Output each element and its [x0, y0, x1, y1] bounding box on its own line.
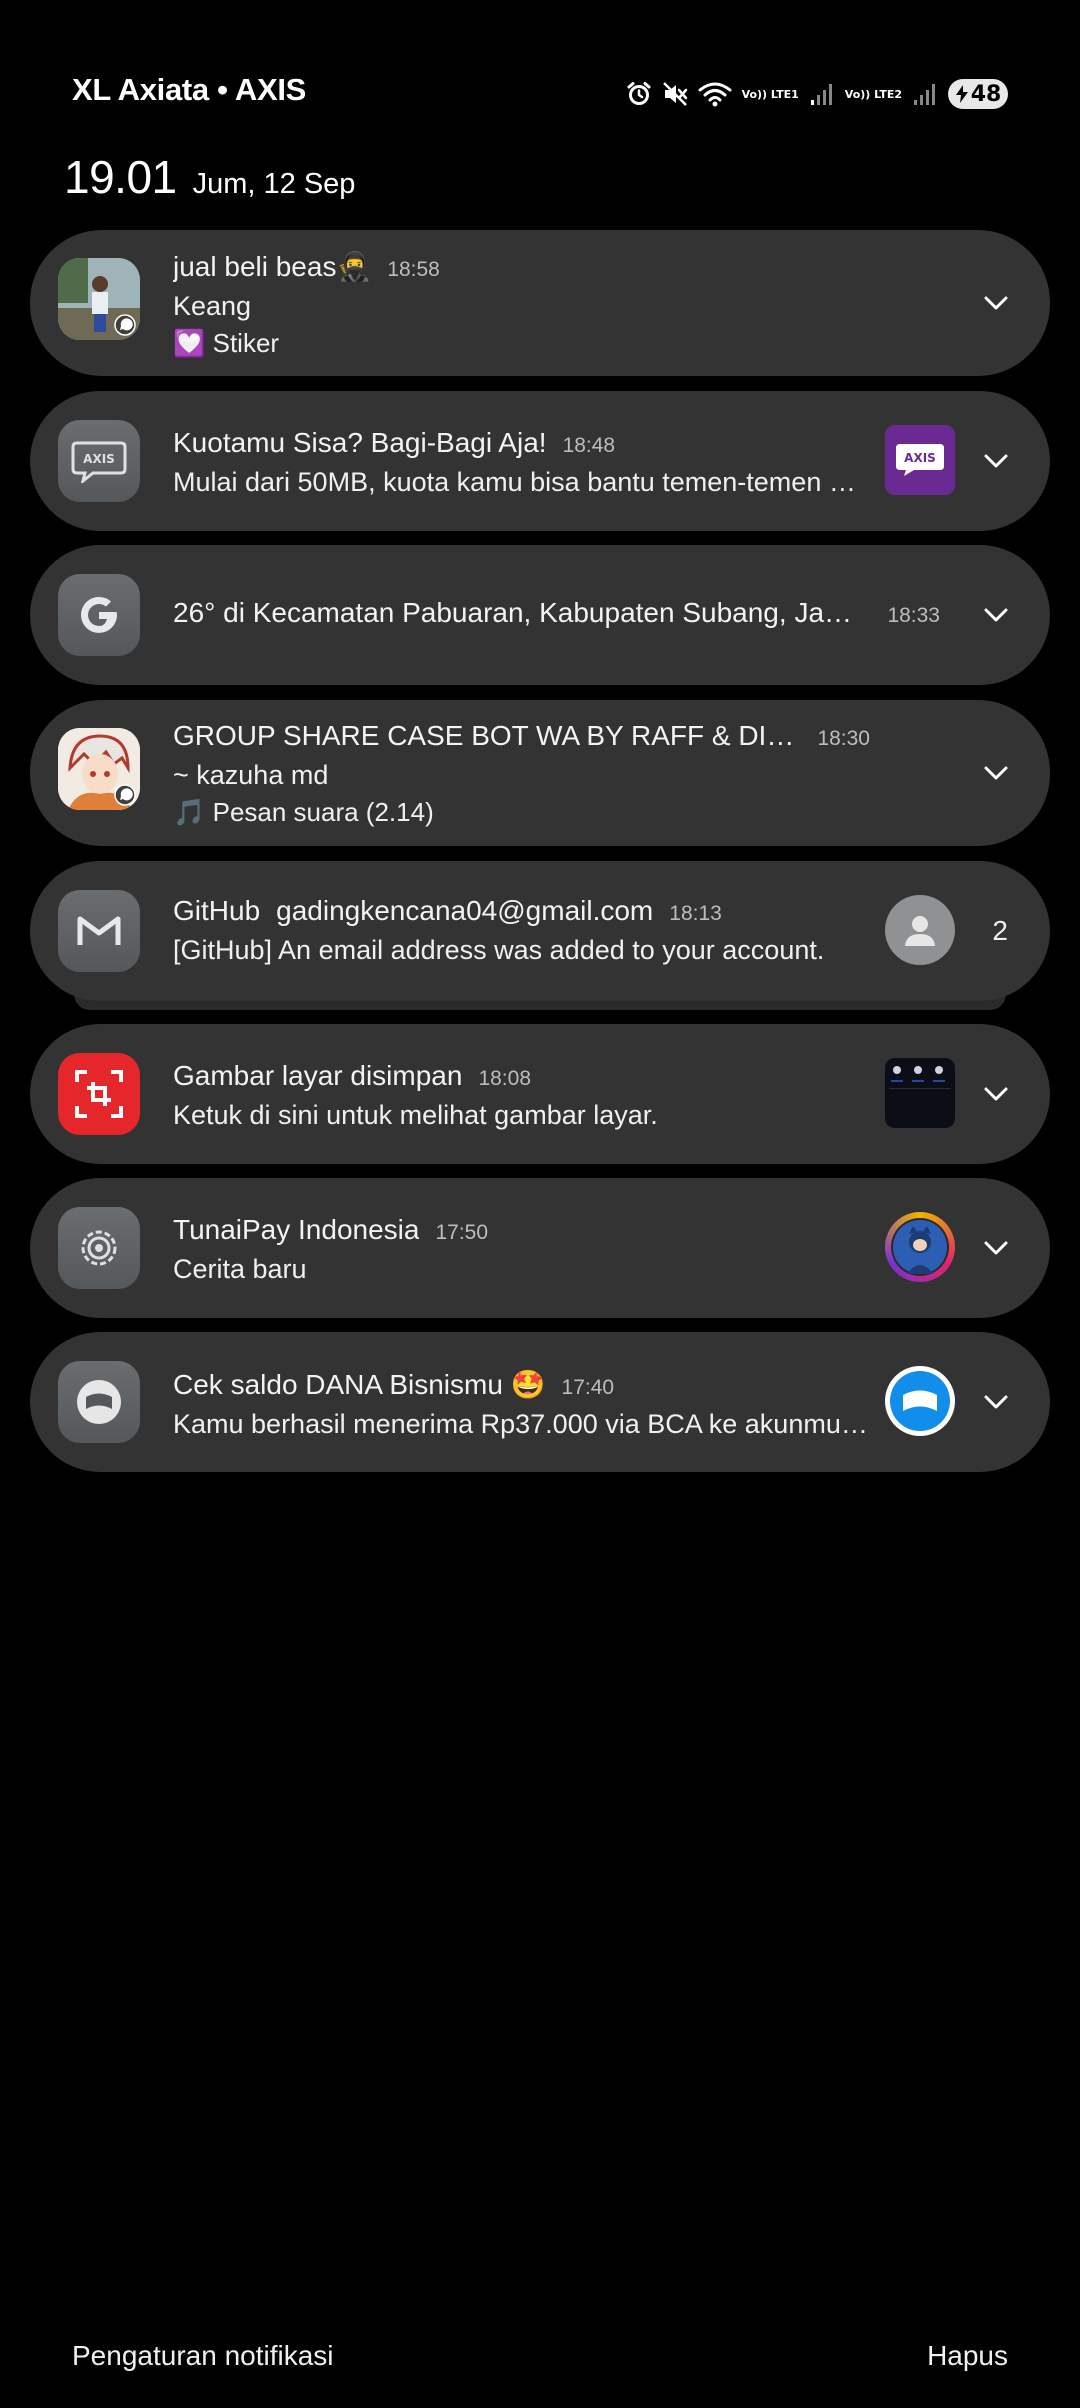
notification-content: GitHub gadingkencana04@gmail.com 18:13 […: [173, 895, 870, 966]
chevron-down-icon[interactable]: [978, 1384, 1014, 1420]
notification-title: 26° di Kecamatan Pabuaran, Kabupaten Sub…: [173, 597, 872, 628]
avatar: [58, 728, 140, 810]
notification-message: Kamu berhasil menerima Rp37.000 via BCA …: [173, 1409, 870, 1439]
notification-title: TunaiPay Indonesia: [173, 1214, 420, 1245]
notification-sender: ~ kazuha md: [173, 760, 329, 790]
alarm-icon: [626, 81, 652, 107]
notification-content: GROUP SHARE CASE BOT WA BY RAFF & DIKZ 1…: [173, 720, 870, 828]
dana-app-icon: [58, 1361, 140, 1443]
status-icons: Vo)) LTE1 Vo)) LTE2 48: [626, 74, 1008, 114]
chevron-down-icon[interactable]: [978, 755, 1014, 791]
notification-axis[interactable]: AXIS Kuotamu Sisa? Bagi-Bagi Aja! 18:48 …: [30, 391, 1050, 531]
notification-title: GitHub: [173, 895, 261, 926]
notification-sender: Keang: [173, 291, 252, 321]
notification-content: jual beli beas🥷 18:58 Keang 💟 Stiker: [173, 250, 870, 359]
clock-row: 19.01 Jum, 12 Sep: [64, 150, 355, 204]
notification-message: 🎵 Pesan suara (2.14): [173, 797, 434, 827]
signal-icon: [809, 81, 835, 107]
notification-message: 💟 Stiker: [173, 328, 280, 358]
chevron-down-icon[interactable]: [978, 1230, 1014, 1266]
notification-title: GROUP SHARE CASE BOT WA BY RAFF & DIKZ: [173, 720, 802, 751]
notification-count[interactable]: 2: [992, 915, 1008, 947]
notification-title: Kuotamu Sisa? Bagi-Bagi Aja!: [173, 427, 547, 458]
notification-time: 18:13: [669, 902, 722, 925]
notification-whatsapp-bot[interactable]: GROUP SHARE CASE BOT WA BY RAFF & DIKZ 1…: [30, 700, 1050, 846]
notification-dana[interactable]: Cek saldo DANA Bisnismu 🤩 17:40 Kamu ber…: [30, 1332, 1050, 1472]
date[interactable]: Jum, 12 Sep: [193, 168, 356, 201]
signal-icon: [912, 81, 938, 107]
status-bar: XL Axiata • AXIS Vo)) LTE1 Vo)) LTE2 48: [0, 0, 1080, 140]
svg-text:AXIS: AXIS: [83, 452, 115, 466]
notification-content: 26° di Kecamatan Pabuaran, Kabupaten Sub…: [173, 597, 940, 629]
google-icon: [58, 574, 140, 656]
notification-time: 18:30: [817, 727, 870, 750]
axis-logo-thumbnail: AXIS: [885, 425, 955, 495]
notification-time: 18:33: [887, 604, 940, 627]
notification-content: Cek saldo DANA Bisnismu 🤩 17:40 Kamu ber…: [173, 1368, 870, 1440]
carrier-name: XL Axiata • AXIS: [72, 72, 307, 107]
notification-content: Gambar layar disimpan 18:08 Ketuk di sin…: [173, 1060, 870, 1131]
chevron-down-icon[interactable]: [978, 597, 1014, 633]
chevron-down-icon[interactable]: [978, 443, 1014, 479]
notification-time: 17:50: [435, 1221, 489, 1244]
notification-message: Ketuk di sini untuk melihat gambar layar…: [173, 1100, 658, 1130]
avatar: [58, 258, 140, 340]
notification-time: 18:58: [387, 258, 440, 281]
mute-icon: [662, 81, 688, 107]
notification-title: Gambar layar disimpan: [173, 1060, 463, 1091]
notification-settings-link[interactable]: Pengaturan notifikasi: [72, 2340, 334, 2372]
notification-message: Cerita baru: [173, 1254, 307, 1284]
sim2-label: Vo)) LTE2: [844, 87, 902, 101]
screenshot-app-icon: [58, 1053, 140, 1135]
battery-level: 48: [970, 81, 1002, 107]
notification-title: Cek saldo DANA Bisnismu 🤩: [173, 1369, 546, 1400]
notification-title: jual beli beas🥷: [173, 251, 372, 282]
chevron-down-icon[interactable]: [978, 285, 1014, 321]
notification-google-weather[interactable]: 26° di Kecamatan Pabuaran, Kabupaten Sub…: [30, 545, 1050, 685]
clear-all-button[interactable]: Hapus: [927, 2340, 1008, 2372]
battery-icon: 48: [948, 79, 1008, 109]
contact-avatar: [885, 895, 955, 965]
notification-screenshot[interactable]: Gambar layar disimpan 18:08 Ketuk di sin…: [30, 1024, 1050, 1164]
notification-account: gadingkencana04@gmail.com: [276, 895, 654, 926]
dana-logo-thumbnail: [885, 1366, 955, 1436]
notification-message: Mulai dari 50MB, kuota kamu bisa bantu t…: [173, 467, 870, 497]
wifi-icon: [698, 81, 732, 107]
sim1-label: Vo)) LTE1: [741, 87, 799, 101]
notification-content: Kuotamu Sisa? Bagi-Bagi Aja! 18:48 Mulai…: [173, 427, 870, 498]
notification-time: 18:08: [478, 1067, 532, 1090]
gmail-icon: [58, 890, 140, 972]
notification-gmail[interactable]: GitHub gadingkencana04@gmail.com 18:13 […: [30, 861, 1050, 1001]
svg-text:AXIS: AXIS: [904, 451, 936, 465]
notification-tunaipay[interactable]: TunaiPay Indonesia 17:50 Cerita baru: [30, 1178, 1050, 1318]
chevron-down-icon[interactable]: [978, 1076, 1014, 1112]
story-avatar: [885, 1212, 955, 1282]
notification-time: 18:48: [562, 434, 616, 457]
clock[interactable]: 19.01: [64, 150, 177, 204]
notification-whatsapp-group[interactable]: jual beli beas🥷 18:58 Keang 💟 Stiker: [30, 230, 1050, 376]
settings-gear-icon: [58, 1207, 140, 1289]
notification-content: TunaiPay Indonesia 17:50 Cerita baru: [173, 1214, 870, 1285]
notification-message: [GitHub] An email address was added to y…: [173, 935, 825, 965]
notification-time: 17:40: [561, 1376, 615, 1399]
screenshot-thumbnail: [885, 1058, 955, 1128]
axis-app-icon: AXIS: [58, 420, 140, 502]
